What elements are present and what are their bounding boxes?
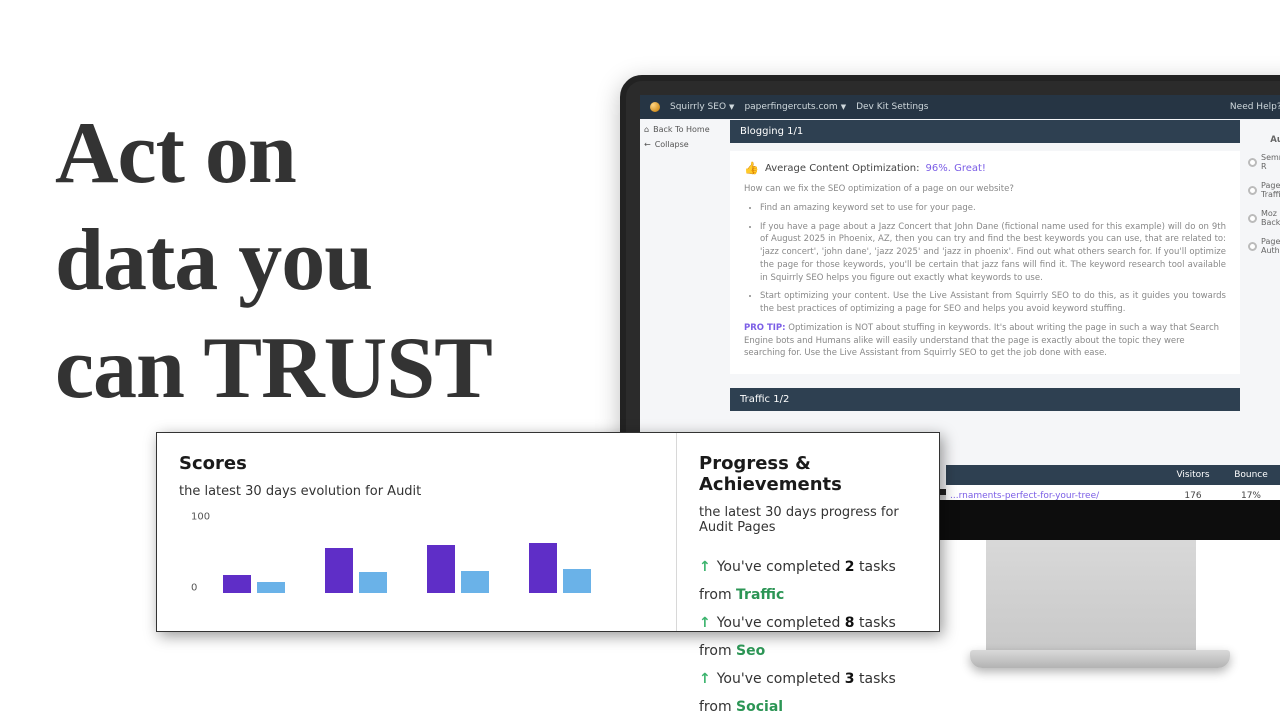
sidebar-item-page-auth[interactable]: Page Auth	[1248, 237, 1280, 255]
bar-group	[223, 575, 285, 593]
sidebar-item-semrush[interactable]: Semrush R	[1248, 153, 1280, 171]
status-dot-icon	[1248, 242, 1257, 251]
app-topbar: Squirrly SEO▼ paperfingercuts.com▼ Dev K…	[640, 95, 1280, 119]
ach-category: Social	[736, 699, 783, 715]
progress-title: Progress & Achievements	[699, 453, 917, 495]
bar-secondary	[359, 572, 387, 593]
table-header: Visitors Bounce	[946, 465, 1280, 485]
scores-subtitle: the latest 30 days evolution for Audit	[179, 484, 654, 499]
monitor-foot	[970, 650, 1230, 668]
nav-back-label: Back To Home	[653, 125, 710, 134]
ach-prefix: You've completed	[717, 559, 845, 575]
hero-line-2: data you	[55, 207, 492, 314]
tip-bullet-2: If you have a page about a Jazz Concert …	[760, 221, 1226, 285]
bar-group	[427, 545, 489, 593]
app-name-menu[interactable]: Squirrly SEO▼	[670, 102, 734, 112]
chevron-left-icon: ←	[644, 140, 651, 149]
blogging-card: 👍 Average Content Optimization: 96%. Gre…	[730, 151, 1240, 374]
pro-tip-label: PRO TIP:	[744, 323, 786, 333]
ach-count: 2	[845, 559, 855, 575]
domain-menu[interactable]: paperfingercuts.com▼	[744, 102, 846, 112]
help-menu[interactable]: Need Help?▼	[1230, 102, 1280, 112]
nav-collapse-label: Collapse	[655, 140, 689, 149]
tip-bullet-3: Start optimizing your content. Use the L…	[760, 290, 1226, 316]
bar-secondary	[257, 582, 285, 593]
scores-panel: Scores the latest 30 days evolution for …	[157, 433, 677, 631]
sidebar-title: Audit	[1248, 135, 1280, 145]
bar-primary	[529, 543, 557, 593]
section-header-blogging[interactable]: Blogging 1/1	[730, 120, 1240, 143]
avg-optimization-label: Average Content Optimization:	[765, 161, 920, 176]
scores-progress-card: Scores the latest 30 days evolution for …	[156, 432, 940, 632]
home-icon: ⌂	[644, 125, 649, 134]
status-dot-icon	[1248, 186, 1257, 195]
bar-secondary	[461, 571, 489, 593]
sidebar-label: Page Auth	[1261, 237, 1280, 255]
ytick-100: 100	[191, 512, 210, 523]
sidebar-label: Moz Backli	[1261, 209, 1280, 227]
ach-count: 3	[845, 671, 855, 687]
bar-primary	[223, 575, 251, 593]
app-logo-icon	[650, 102, 660, 112]
bar-secondary	[563, 569, 591, 593]
up-arrow-icon: ↑	[699, 615, 711, 631]
bar-group	[529, 543, 591, 593]
bar-primary	[325, 548, 353, 593]
sidebar-label: Semrush R	[1261, 153, 1280, 171]
ach-prefix: You've completed	[717, 671, 845, 687]
sidebar-label: Page Traffic	[1261, 181, 1280, 199]
col-visitors: Visitors	[1164, 470, 1222, 480]
laptop-screen: Squirrly SEO▼ paperfingercuts.com▼ Dev K…	[640, 95, 1280, 489]
up-arrow-icon: ↑	[699, 559, 711, 575]
col-bounce: Bounce	[1222, 470, 1280, 480]
ach-category: Seo	[736, 643, 765, 659]
achievement-row: ↑You've completed 3 tasks from Social	[699, 665, 917, 721]
ach-count: 8	[845, 615, 855, 631]
thumbs-up-icon: 👍	[744, 159, 759, 177]
scores-title: Scores	[179, 453, 654, 474]
hero-heading: Act on data you can TRUST	[55, 100, 492, 422]
status-dot-icon	[1248, 214, 1257, 223]
scores-bar-chart: 100 0	[193, 517, 654, 607]
how-fix-question: How can we fix the SEO optimization of a…	[744, 183, 1226, 196]
hero-line-1: Act on	[55, 100, 492, 207]
achievement-row: ↑You've completed 2 tasks from Traffic	[699, 553, 917, 609]
sidebar-item-page-traffic[interactable]: Page Traffic	[1248, 181, 1280, 199]
pro-tip-text: Optimization is NOT about stuffing in ke…	[744, 323, 1219, 359]
status-dot-icon	[1248, 158, 1257, 167]
tip-bullet-1: Find an amazing keyword set to use for y…	[760, 202, 1226, 215]
right-sidebar: Audit Semrush R Page Traffic Moz Backli …	[1244, 119, 1280, 489]
ach-category: Traffic	[736, 587, 784, 603]
sidebar-item-moz[interactable]: Moz Backli	[1248, 209, 1280, 227]
nav-back-home[interactable]: ⌂ Back To Home	[644, 125, 722, 134]
progress-panel: Progress & Achievements the latest 30 da…	[677, 433, 939, 631]
bar-group	[325, 548, 387, 593]
bar-primary	[427, 545, 455, 593]
devkit-link[interactable]: Dev Kit Settings	[856, 102, 928, 112]
progress-subtitle: the latest 30 days progress for Audit Pa…	[699, 505, 917, 535]
avg-optimization-value: 96%. Great!	[925, 161, 985, 176]
ach-prefix: You've completed	[717, 615, 845, 631]
up-arrow-icon: ↑	[699, 671, 711, 687]
hero-line-3: can TRUST	[55, 315, 492, 422]
section-header-traffic[interactable]: Traffic 1/2	[730, 388, 1240, 411]
achievement-row: ↑You've completed 8 tasks from Seo	[699, 609, 917, 665]
monitor-stand	[986, 536, 1196, 656]
nav-collapse[interactable]: ← Collapse	[644, 140, 722, 149]
pro-tip: PRO TIP: Optimization is NOT about stuff…	[744, 322, 1226, 360]
ytick-0: 0	[191, 583, 197, 594]
